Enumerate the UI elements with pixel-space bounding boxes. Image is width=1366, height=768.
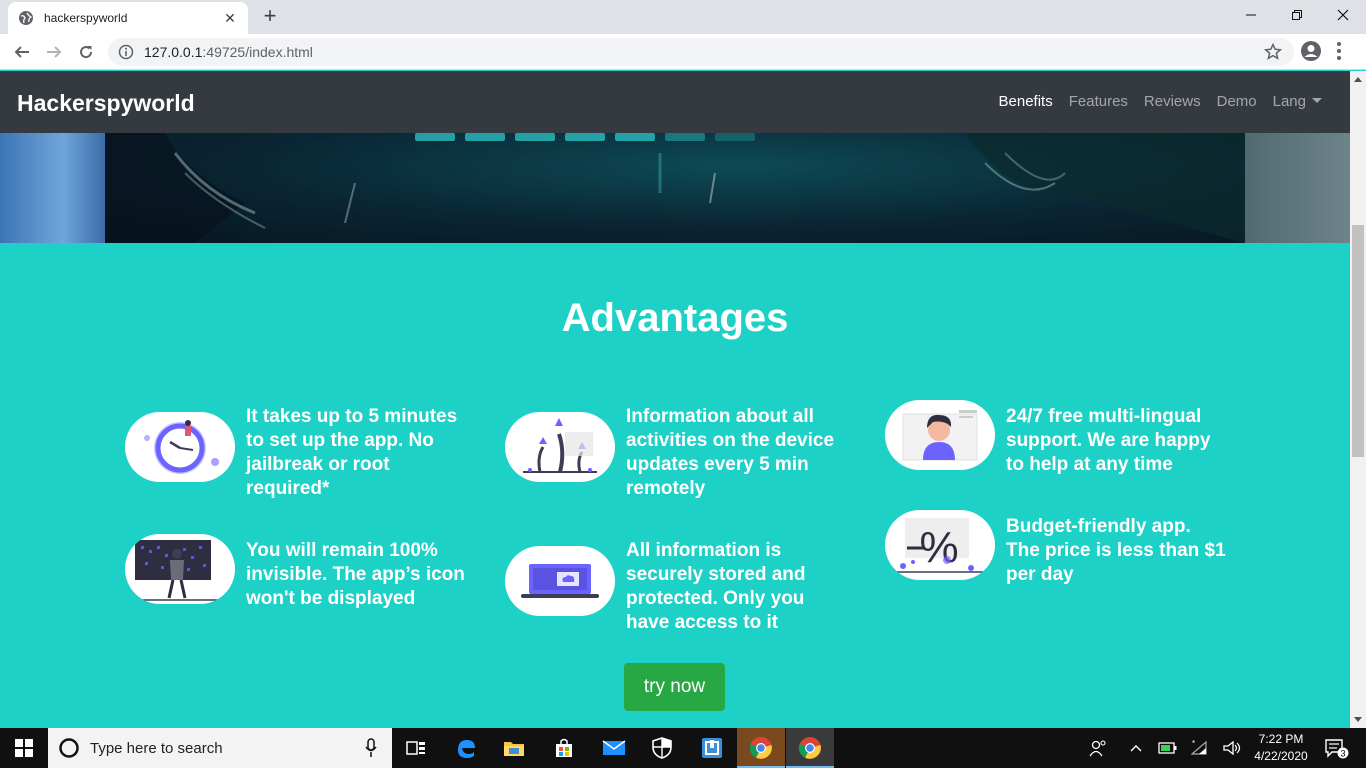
address-bar[interactable]: 127.0.0.1:49725/index.html: [108, 38, 1294, 66]
advantage-text: All information is securely stored and p…: [626, 540, 806, 633]
growth-arrows-illustration-icon: [505, 412, 615, 482]
nav-lang-dropdown[interactable]: Lang: [1273, 93, 1322, 110]
svg-text:%: %: [919, 523, 958, 572]
advantage-text: Information about all activities on the …: [626, 406, 835, 499]
volume-icon[interactable]: [1220, 728, 1244, 768]
forward-arrow-icon[interactable]: [42, 40, 66, 64]
advantage-text: It takes up to 5 minutes to set up the a…: [246, 406, 458, 499]
tab-close-icon[interactable]: ✕: [222, 10, 238, 27]
advantage-text: Budget-friendly app. The price is less t…: [1006, 516, 1226, 585]
tab-title: hackerspyworld: [44, 11, 128, 25]
svg-text:*: *: [1192, 740, 1195, 748]
action-center-icon[interactable]: 3: [1320, 728, 1354, 768]
nav-features[interactable]: Features: [1069, 93, 1128, 110]
support-person-illustration-icon: [885, 400, 995, 470]
profile-avatar-icon[interactable]: [1300, 40, 1322, 67]
mail-icon[interactable]: [590, 728, 638, 768]
nav-reviews[interactable]: Reviews: [1144, 93, 1201, 110]
url-host: 127.0.0.1: [144, 44, 203, 60]
browser-tab-strip: hackerspyworld ✕ +: [0, 0, 1366, 34]
advantage-text: 24/7 free multi-lingual support. We are …: [1006, 406, 1211, 475]
nav-demo[interactable]: Demo: [1217, 93, 1257, 110]
chrome-window-icon[interactable]: [737, 728, 785, 768]
scroll-up-arrow-icon[interactable]: [1354, 77, 1362, 82]
scrollbar-thumb[interactable]: [1352, 225, 1364, 457]
cloud-laptop-illustration-icon: [505, 546, 615, 616]
windows-start-icon[interactable]: [0, 728, 48, 768]
clock-illustration-icon: [125, 412, 235, 482]
people-icon[interactable]: [1086, 728, 1110, 768]
back-arrow-icon[interactable]: [10, 40, 34, 64]
try-now-button[interactable]: try now: [624, 663, 725, 711]
hacker-screen-illustration-icon: [125, 534, 235, 604]
nav-benefits[interactable]: Benefits: [999, 93, 1053, 110]
url-path: :49725/index.html: [202, 44, 313, 60]
edge-browser-icon[interactable]: [442, 728, 490, 768]
system-clock[interactable]: 7:22 PM 4/22/2020: [1246, 731, 1316, 765]
browser-menu-icon[interactable]: [1336, 40, 1342, 67]
percent-discount-illustration-icon: %: [885, 510, 995, 580]
clock-date: 4/22/2020: [1254, 749, 1308, 763]
battery-icon[interactable]: [1156, 728, 1180, 768]
advantage-text: You will remain 100% invisible. The app’…: [246, 540, 465, 609]
app-window-icon[interactable]: [688, 728, 736, 768]
microphone-icon[interactable]: [364, 738, 378, 758]
clock-time: 7:22 PM: [1258, 732, 1304, 746]
microsoft-store-icon[interactable]: [540, 728, 588, 768]
advantages-title: Advantages: [561, 296, 789, 340]
advantage-item: Information about all activities on the …: [505, 405, 846, 501]
info-icon[interactable]: [118, 44, 134, 60]
site-navbar: Hackerspyworld Benefits Features Reviews…: [0, 71, 1350, 133]
chrome-icon[interactable]: [786, 728, 834, 768]
advantage-item: All information is securely stored and p…: [505, 539, 846, 635]
hero-right-strip: [1245, 133, 1350, 243]
wifi-icon[interactable]: *: [1188, 728, 1212, 768]
chevron-up-icon[interactable]: [1126, 728, 1146, 768]
page-viewport: Hackerspyworld Benefits Features Reviews…: [0, 71, 1350, 728]
hero-left-strip: [0, 133, 105, 243]
browser-toolbar: 127.0.0.1:49725/index.html: [0, 34, 1366, 70]
window-controls: [1228, 0, 1366, 30]
advantage-item: 24/7 free multi-lingual support. We are …: [885, 400, 1226, 477]
cortana-circle-icon: [59, 738, 79, 758]
advantage-item: You will remain 100% invisible. The app’…: [125, 534, 466, 611]
windows-taskbar: Type here to search * 7:22 PM 4/22/2020 …: [0, 728, 1366, 768]
globe-icon: [19, 11, 33, 25]
new-tab-icon[interactable]: +: [258, 4, 282, 30]
caret-down-icon: [1312, 98, 1322, 103]
close-window-icon[interactable]: [1320, 0, 1366, 30]
site-nav: Benefits Features Reviews Demo Lang: [999, 93, 1322, 110]
nav-lang-label: Lang: [1272, 93, 1306, 110]
scroll-down-arrow-icon[interactable]: [1354, 717, 1362, 722]
notification-count: 3: [1340, 749, 1345, 759]
site-brand[interactable]: Hackerspyworld: [17, 90, 195, 117]
reload-icon[interactable]: [74, 40, 98, 64]
advantage-item: % Budget-friendly app. The price is less…: [885, 510, 1226, 587]
url-text: 127.0.0.1:49725/index.html: [144, 44, 313, 60]
hero-image: [0, 133, 1350, 243]
bookmark-star-icon[interactable]: [1264, 43, 1282, 61]
taskbar-search-placeholder: Type here to search: [90, 739, 223, 757]
page-scrollbar[interactable]: [1350, 71, 1366, 728]
windows-security-icon[interactable]: [638, 728, 686, 768]
hero-hacker-photo: [105, 133, 1245, 243]
taskbar-search-box[interactable]: Type here to search: [48, 728, 392, 768]
browser-tab[interactable]: hackerspyworld ✕: [8, 2, 248, 34]
file-explorer-icon[interactable]: [490, 728, 538, 768]
task-view-icon[interactable]: [392, 728, 440, 768]
advantage-item: It takes up to 5 minutes to set up the a…: [125, 405, 466, 501]
restore-icon[interactable]: [1274, 0, 1320, 30]
minimize-icon[interactable]: [1228, 0, 1274, 30]
